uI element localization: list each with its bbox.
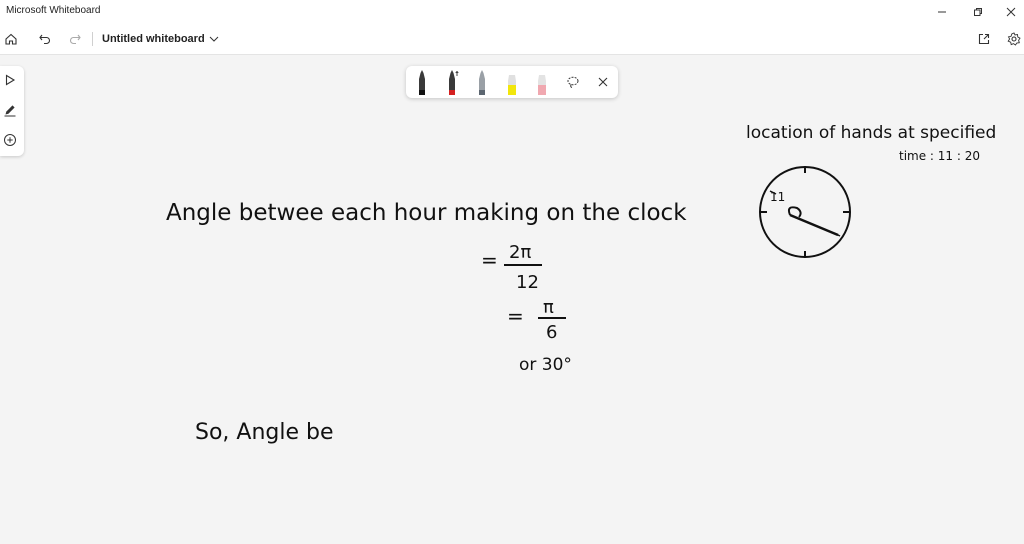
minimize-icon — [938, 11, 946, 13]
note-heading: location of hands at specified — [746, 123, 996, 143]
minimize-button[interactable] — [927, 2, 957, 22]
line-angle-between: Angle betwee each hour making on the clo… — [166, 200, 687, 226]
toolbar-divider — [92, 32, 93, 46]
eq1-numerator: 2π — [509, 242, 531, 263]
clock-number: 11 — [770, 190, 785, 204]
minute-hand — [789, 213, 839, 237]
title-bar: Microsoft Whiteboard — [0, 0, 1024, 24]
eq2-numerator: π — [543, 297, 554, 318]
whiteboard-canvas[interactable]: location of hands at specified time : 11… — [0, 55, 1024, 544]
home-button[interactable] — [0, 29, 22, 49]
eq1-equals: = — [481, 248, 498, 272]
line-so-angle: So, Angle be — [195, 420, 334, 445]
board-title[interactable]: Untitled whiteboard — [102, 33, 205, 45]
undo-icon — [39, 34, 50, 45]
eq2-denominator: 6 — [546, 322, 557, 343]
share-button[interactable] — [973, 29, 995, 49]
home-icon — [5, 33, 17, 45]
redo-icon — [70, 34, 81, 45]
note-time: time : 11 : 20 — [899, 149, 980, 163]
restore-button[interactable] — [963, 2, 993, 22]
undo-button[interactable] — [34, 29, 56, 49]
clock-drawing: 11 — [759, 166, 851, 258]
board-menu-button[interactable] — [203, 29, 225, 49]
eq1-denominator: 12 — [516, 272, 539, 293]
settings-icon — [1007, 32, 1021, 46]
app-title: Microsoft Whiteboard — [6, 5, 101, 16]
settings-button[interactable] — [1003, 29, 1024, 49]
share-icon — [978, 33, 990, 45]
close-window-button[interactable] — [996, 2, 1024, 22]
chevron-down-icon — [209, 36, 219, 42]
clock-face — [759, 166, 851, 258]
eq3-result: or 30° — [519, 355, 572, 375]
eq2-equals: = — [507, 304, 524, 328]
restore-icon — [974, 8, 982, 16]
redo-button[interactable] — [64, 29, 86, 49]
close-icon — [1006, 7, 1016, 17]
